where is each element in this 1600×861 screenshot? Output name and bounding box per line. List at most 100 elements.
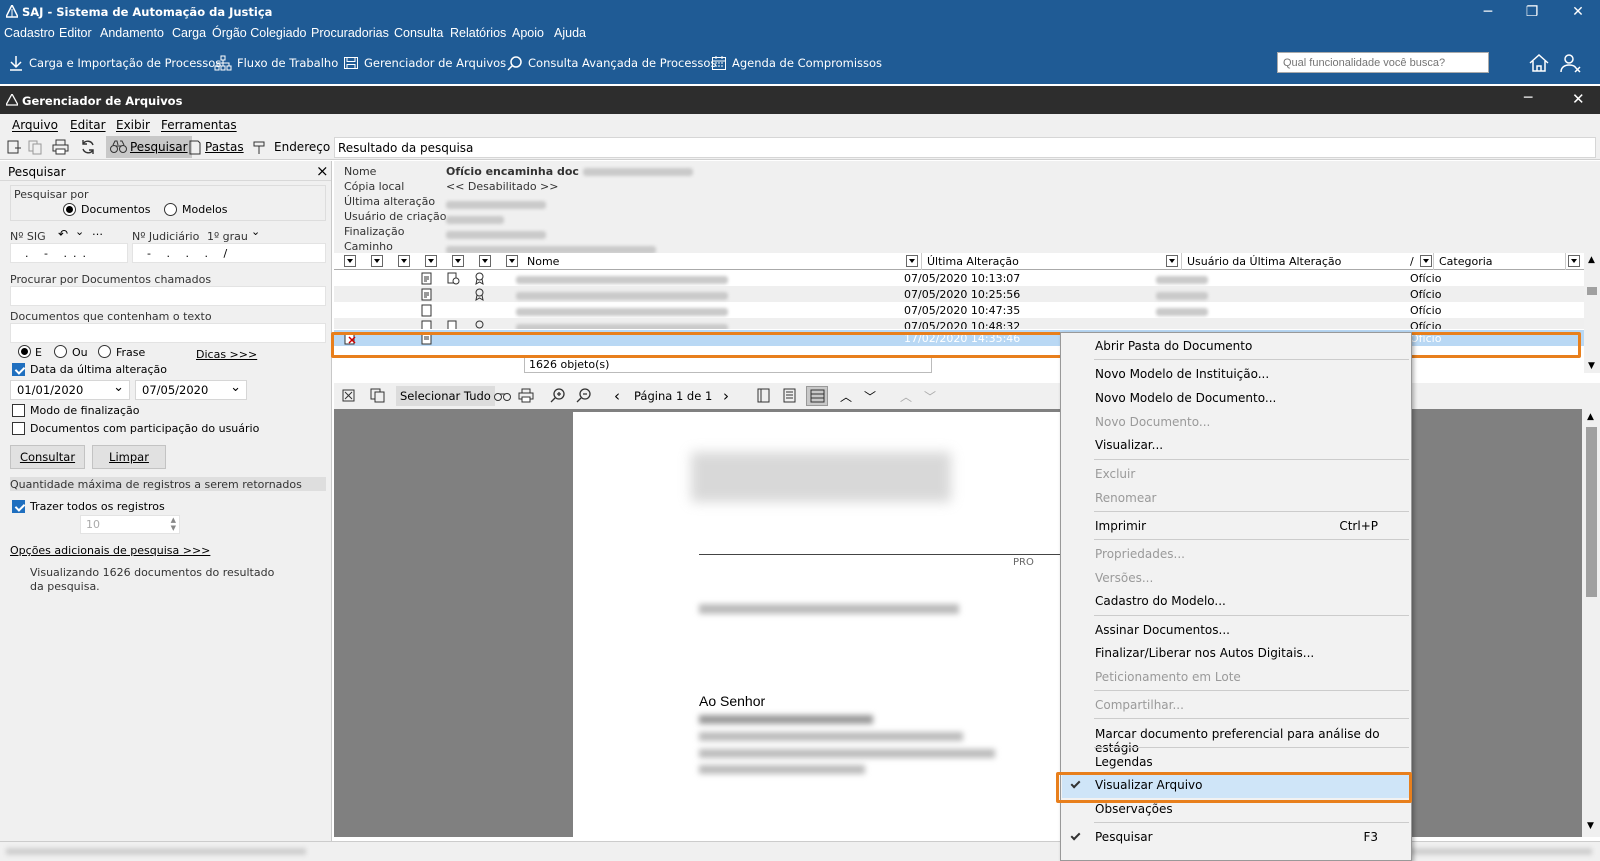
menu-procuradorias[interactable]: Procuradorias (311, 26, 389, 40)
col-header-nome[interactable]: Nome (524, 253, 922, 270)
menu-imprimir[interactable]: Imprimir Ctrl+P (1062, 515, 1410, 537)
menu-marcar-preferencial[interactable]: Marcar documento preferencial para análi… (1062, 723, 1410, 755)
menu-finalizar-liberar[interactable]: Finalizar/Liberar nos Autos Digitais... (1062, 642, 1410, 664)
menu-andamento[interactable]: Andamento (100, 26, 164, 40)
col-filter-4-button[interactable] (425, 255, 437, 267)
fm-menu-ferramentas[interactable]: Ferramentas (161, 118, 237, 132)
col-filter-2-button[interactable] (371, 255, 383, 267)
menu-editor[interactable]: Editor (59, 26, 92, 40)
table-row[interactable]: 07/05/2020 10:48:32 Ofício (334, 318, 1584, 329)
menu-apoio[interactable]: Apoio (512, 26, 544, 40)
radio-documentos[interactable] (63, 203, 76, 216)
zoom-out-icon[interactable] (576, 388, 591, 403)
col-filter-3-button[interactable] (398, 255, 410, 267)
col-header-categoria[interactable]: Categoria (1436, 253, 1566, 270)
single-page-icon[interactable] (757, 388, 770, 403)
quick-agenda[interactable]: Agenda de Compromissos (711, 55, 882, 71)
find-binoculars-icon[interactable] (494, 389, 511, 402)
fm-menu-exibir[interactable]: Exibir (116, 118, 150, 132)
select-all-button[interactable]: Selecionar Tudo (396, 386, 495, 406)
categoria-filter-button[interactable] (1568, 255, 1580, 267)
quick-fluxo-trabalho[interactable]: Fluxo de Trabalho (214, 55, 338, 71)
refresh-icon[interactable] (80, 137, 96, 157)
scroll-up-chevron-icon[interactable]: ︿ (840, 388, 852, 405)
radio-e[interactable] (18, 345, 31, 358)
home-icon[interactable] (1528, 53, 1550, 73)
menu-novo-modelo-documento[interactable]: Novo Modelo de Documento... (1062, 387, 1410, 409)
grid-scrollbar[interactable]: ▲ ▼ (1584, 253, 1600, 373)
viewer-scroll-down-icon[interactable]: ▼ (1587, 821, 1594, 831)
dicas-link[interactable]: Dicas >>> (196, 348, 257, 361)
menu-orgao-colegiado[interactable]: Órgão Colegiado (212, 26, 307, 40)
col-header-usuario[interactable]: Usuário da Última Alteração (1184, 253, 1434, 270)
radio-modelos[interactable] (164, 203, 177, 216)
docs-called-input[interactable] (10, 286, 326, 306)
menu-ajuda[interactable]: Ajuda (554, 26, 586, 40)
menu-carga[interactable]: Carga (172, 26, 206, 40)
radio-frase[interactable] (98, 345, 111, 358)
judicial-input[interactable]: - . . . / (132, 243, 326, 263)
close-viewer-icon[interactable] (342, 389, 355, 402)
col-filter-1-button[interactable] (344, 255, 356, 267)
quick-consulta-avancada[interactable]: Consulta Avançada de Processos (507, 55, 716, 71)
user-switch-icon[interactable] (1560, 53, 1582, 73)
col-filter-5-button[interactable] (452, 255, 464, 267)
pastas-toolbar-button[interactable]: Pastas (188, 137, 244, 157)
zoom-in-icon[interactable] (550, 388, 565, 403)
fm-menu-arquivo[interactable]: Arquivo (12, 118, 58, 132)
ultima-filter-button[interactable] (1166, 255, 1178, 267)
continuous-view-button[interactable] (806, 386, 828, 406)
usuario-filter-button[interactable] (1420, 255, 1432, 267)
copy-text-icon[interactable] (370, 388, 386, 403)
col-filter-7-button[interactable] (506, 255, 518, 267)
grau-select[interactable]: 1º grau (207, 230, 248, 243)
radio-ou[interactable] (54, 345, 67, 358)
menu-cadastro-modelo[interactable]: Cadastro do Modelo... (1062, 590, 1410, 612)
finalization-checkbox[interactable] (12, 404, 25, 417)
scroll-down-icon[interactable]: ▼ (1588, 361, 1595, 371)
docs-text-input[interactable] (10, 323, 326, 343)
menu-abrir-pasta[interactable]: Abrir Pasta do Documento (1062, 335, 1410, 357)
menu-visualizar[interactable]: Visualizar... (1062, 434, 1410, 456)
date-from-select[interactable]: 01/01/2020 ⌄ (10, 380, 130, 400)
menu-consulta[interactable]: Consulta (394, 26, 443, 40)
print-icon[interactable] (52, 137, 69, 157)
date-to-select[interactable]: 07/05/2020 ⌄ (135, 380, 247, 400)
table-row[interactable]: 07/05/2020 10:47:35 Ofício (334, 302, 1584, 318)
menu-relatorios[interactable]: Relatórios (450, 26, 506, 40)
viewer-print-icon[interactable] (518, 388, 534, 403)
menu-legendas[interactable]: Legendas (1062, 751, 1410, 773)
fm-menu-editar[interactable]: Editar (70, 118, 106, 132)
nome-filter-button[interactable] (906, 255, 918, 267)
col-header-ultima-alteracao[interactable]: Última Alteração (924, 253, 1182, 270)
table-row[interactable]: 07/05/2020 10:25:56 Ofício (334, 286, 1584, 302)
spinner-arrows-icon[interactable]: ▲ ▼ (171, 516, 176, 532)
next-page-icon[interactable]: › (723, 387, 729, 405)
quick-carga-importacao[interactable]: Carga e Importação de Processos (8, 55, 221, 71)
menu-pesquisar[interactable]: Pesquisar F3 (1062, 826, 1410, 848)
sig-input[interactable]: . - ... (10, 243, 128, 263)
scroll-up-icon[interactable]: ▲ (1588, 255, 1595, 265)
max-records-input[interactable]: 10 ▲ ▼ (80, 515, 180, 534)
scroll-down-chevron-icon[interactable]: ﹀ (864, 388, 876, 405)
last-change-checkbox[interactable] (12, 363, 25, 376)
viewer-scroll-thumb[interactable] (1586, 427, 1597, 597)
address-field[interactable]: Resultado da pesquisa (334, 137, 1596, 158)
menu-assinar-documentos[interactable]: Assinar Documentos... (1062, 619, 1410, 641)
viewer-scrollbar[interactable]: ▲ ▼ (1582, 409, 1600, 837)
page-width-icon[interactable] (783, 388, 796, 403)
limpar-button[interactable]: Limpar (92, 445, 166, 469)
quick-gerenciador-arquivos[interactable]: Gerenciador de Arquivos (343, 55, 506, 71)
fm-close-button[interactable]: ✕ (1572, 90, 1585, 108)
more-icon[interactable]: … (92, 225, 103, 238)
copy-icon[interactable] (27, 137, 43, 157)
table-row[interactable]: 07/05/2020 10:13:07 Ofício (334, 270, 1584, 286)
consultar-button[interactable]: Consultar (10, 445, 85, 469)
pesquisar-toolbar-button[interactable]: Pesquisar (106, 136, 192, 158)
restore-button[interactable]: ❐ (1510, 0, 1554, 24)
more-options-link[interactable]: Opções adicionais de pesquisa >>> (10, 544, 210, 557)
chevron-down-icon[interactable]: ⌄ (75, 225, 84, 238)
undo-icon[interactable]: ↶ (58, 227, 68, 241)
fm-minimize-button[interactable]: ─ (1524, 90, 1532, 106)
all-records-checkbox[interactable] (12, 500, 25, 513)
